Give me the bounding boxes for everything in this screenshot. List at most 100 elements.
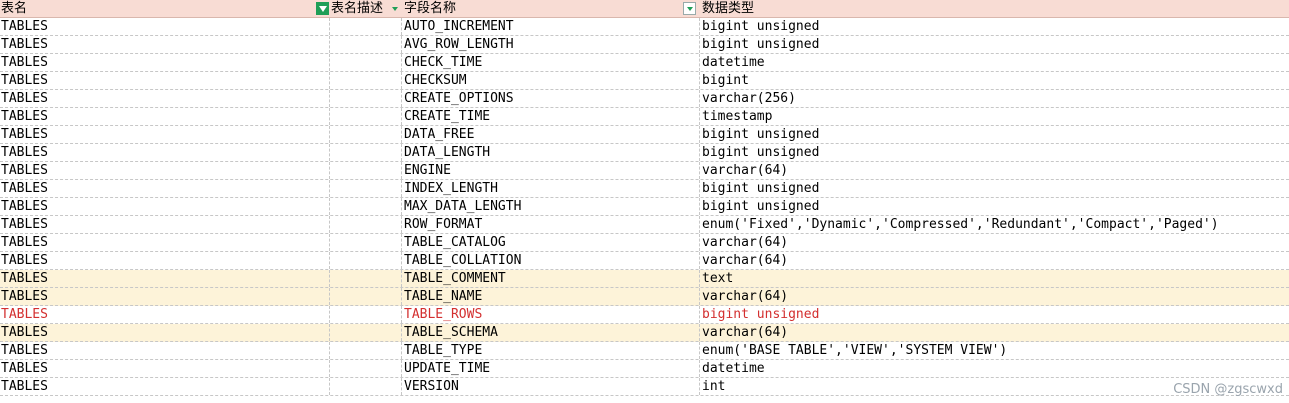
cell-data-type[interactable]: datetime bbox=[700, 54, 1289, 71]
cell-table-name[interactable]: TABLES bbox=[0, 288, 330, 305]
cell-table-name[interactable]: TABLES bbox=[0, 126, 330, 143]
cell-field-name[interactable]: AUTO_INCREMENT bbox=[402, 18, 700, 35]
cell-data-type[interactable]: timestamp bbox=[700, 108, 1289, 125]
cell-data-type[interactable]: varchar(64) bbox=[700, 288, 1289, 305]
table-row[interactable]: TABLES CREATE_OPTIONS varchar(256) bbox=[0, 90, 1289, 108]
table-row[interactable]: TABLES CREATE_TIME timestamp bbox=[0, 108, 1289, 126]
dropdown-arrow-icon[interactable] bbox=[683, 2, 696, 15]
cell-table-desc[interactable] bbox=[330, 162, 402, 179]
table-row[interactable]: TABLES CHECKSUM bigint bbox=[0, 72, 1289, 90]
cell-table-desc[interactable] bbox=[330, 144, 402, 161]
cell-data-type[interactable]: varchar(64) bbox=[700, 252, 1289, 269]
cell-table-name[interactable]: TABLES bbox=[0, 54, 330, 71]
cell-field-name[interactable]: VERSION bbox=[402, 378, 700, 395]
cell-field-name[interactable]: INDEX_LENGTH bbox=[402, 180, 700, 197]
cell-field-name[interactable]: UPDATE_TIME bbox=[402, 360, 700, 377]
cell-data-type[interactable]: varchar(64) bbox=[700, 234, 1289, 251]
table-row[interactable]: TABLES TABLE_CATALOG varchar(64) bbox=[0, 234, 1289, 252]
cell-table-name[interactable]: TABLES bbox=[0, 162, 330, 179]
cell-table-desc[interactable] bbox=[330, 378, 402, 395]
cell-data-type[interactable]: enum('BASE TABLE','VIEW','SYSTEM VIEW') bbox=[700, 342, 1289, 359]
table-row[interactable]: TABLES ENGINE varchar(64) bbox=[0, 162, 1289, 180]
cell-field-name[interactable]: TABLE_NAME bbox=[402, 288, 700, 305]
header-cell-table-desc[interactable]: 表名描述 bbox=[330, 0, 402, 17]
cell-table-desc[interactable] bbox=[330, 324, 402, 341]
cell-field-name[interactable]: TABLE_ROWS bbox=[402, 306, 700, 323]
table-row[interactable]: TABLES ROW_FORMAT enum('Fixed','Dynamic','… bbox=[0, 216, 1289, 234]
table-row[interactable]: TABLES DATA_FREE bigint unsigned bbox=[0, 126, 1289, 144]
cell-table-name[interactable]: TABLES bbox=[0, 306, 330, 323]
table-row[interactable]: TABLES TABLE_COLLATION varchar(64) bbox=[0, 252, 1289, 270]
cell-table-desc[interactable] bbox=[330, 54, 402, 71]
cell-table-name[interactable]: TABLES bbox=[0, 378, 330, 395]
table-row[interactable]: TABLES CHECK_TIME datetime bbox=[0, 54, 1289, 72]
cell-field-name[interactable]: CREATE_TIME bbox=[402, 108, 700, 125]
cell-table-name[interactable]: TABLES bbox=[0, 324, 330, 341]
table-row[interactable]: TABLES TABLE_NAME varchar(64) bbox=[0, 288, 1289, 306]
cell-field-name[interactable]: AVG_ROW_LENGTH bbox=[402, 36, 700, 53]
cell-data-type[interactable]: varchar(64) bbox=[700, 162, 1289, 179]
table-row[interactable]: TABLES INDEX_LENGTH bigint unsigned bbox=[0, 180, 1289, 198]
cell-field-name[interactable]: DATA_FREE bbox=[402, 126, 700, 143]
cell-table-desc[interactable] bbox=[330, 198, 402, 215]
cell-data-type[interactable]: bigint unsigned bbox=[700, 126, 1289, 143]
cell-table-desc[interactable] bbox=[330, 288, 402, 305]
table-row[interactable]: TABLES MAX_DATA_LENGTH bigint unsigned bbox=[0, 198, 1289, 216]
header-cell-table-name[interactable]: 表名 bbox=[0, 0, 330, 17]
cell-table-desc[interactable] bbox=[330, 180, 402, 197]
table-row[interactable]: TABLES TABLE_SCHEMA varchar(64) bbox=[0, 324, 1289, 342]
cell-table-name[interactable]: TABLES bbox=[0, 18, 330, 35]
cell-table-desc[interactable] bbox=[330, 306, 402, 323]
cell-data-type[interactable]: text bbox=[700, 270, 1289, 287]
cell-table-desc[interactable] bbox=[330, 234, 402, 251]
cell-data-type[interactable]: bigint unsigned bbox=[700, 198, 1289, 215]
table-row[interactable]: TABLES DATA_LENGTH bigint unsigned bbox=[0, 144, 1289, 162]
table-row[interactable]: TABLES VERSION int bbox=[0, 378, 1289, 396]
cell-field-name[interactable]: MAX_DATA_LENGTH bbox=[402, 198, 700, 215]
cell-table-desc[interactable] bbox=[330, 72, 402, 89]
cell-table-name[interactable]: TABLES bbox=[0, 36, 330, 53]
table-row[interactable]: TABLES AUTO_INCREMENT bigint unsigned bbox=[0, 18, 1289, 36]
cell-table-desc[interactable] bbox=[330, 90, 402, 107]
cell-field-name[interactable]: CHECKSUM bbox=[402, 72, 700, 89]
cell-field-name[interactable]: DATA_LENGTH bbox=[402, 144, 700, 161]
filter-icon[interactable] bbox=[316, 2, 329, 15]
cell-field-name[interactable]: TABLE_COMMENT bbox=[402, 270, 700, 287]
cell-table-name[interactable]: TABLES bbox=[0, 108, 330, 125]
cell-table-name[interactable]: TABLES bbox=[0, 198, 330, 215]
table-row[interactable]: TABLES TABLE_TYPE enum('BASE TABLE','VIEW'… bbox=[0, 342, 1289, 360]
cell-data-type[interactable]: bigint unsigned bbox=[700, 18, 1289, 35]
cell-data-type[interactable]: enum('Fixed','Dynamic','Compressed','Red… bbox=[700, 216, 1289, 233]
cell-table-name[interactable]: TABLES bbox=[0, 144, 330, 161]
cell-field-name[interactable]: TABLE_TYPE bbox=[402, 342, 700, 359]
table-row[interactable]: TABLES UPDATE_TIME datetime bbox=[0, 360, 1289, 378]
cell-field-name[interactable]: TABLE_SCHEMA bbox=[402, 324, 700, 341]
table-row[interactable]: TABLES AVG_ROW_LENGTH bigint unsigned bbox=[0, 36, 1289, 54]
cell-data-type[interactable]: bigint unsigned bbox=[700, 144, 1289, 161]
cell-data-type[interactable]: varchar(256) bbox=[700, 90, 1289, 107]
cell-field-name[interactable]: TABLE_COLLATION bbox=[402, 252, 700, 269]
header-cell-field-name[interactable]: 字段名称 bbox=[402, 0, 700, 17]
cell-table-desc[interactable] bbox=[330, 36, 402, 53]
cell-table-name[interactable]: TABLES bbox=[0, 72, 330, 89]
cell-table-desc[interactable] bbox=[330, 270, 402, 287]
cell-field-name[interactable]: CREATE_OPTIONS bbox=[402, 90, 700, 107]
cell-table-name[interactable]: TABLES bbox=[0, 252, 330, 269]
cell-data-type[interactable]: varchar(64) bbox=[700, 324, 1289, 341]
cell-field-name[interactable]: CHECK_TIME bbox=[402, 54, 700, 71]
cell-data-type[interactable]: datetime bbox=[700, 360, 1289, 377]
cell-table-name[interactable]: TABLES bbox=[0, 180, 330, 197]
cell-table-desc[interactable] bbox=[330, 342, 402, 359]
cell-table-desc[interactable] bbox=[330, 108, 402, 125]
cell-table-name[interactable]: TABLES bbox=[0, 342, 330, 359]
dropdown-arrow-icon[interactable] bbox=[390, 4, 399, 13]
cell-table-name[interactable]: TABLES bbox=[0, 270, 330, 287]
cell-data-type[interactable]: bigint bbox=[700, 72, 1289, 89]
cell-table-name[interactable]: TABLES bbox=[0, 360, 330, 377]
cell-data-type[interactable]: bigint unsigned bbox=[700, 36, 1289, 53]
cell-table-desc[interactable] bbox=[330, 126, 402, 143]
cell-table-desc[interactable] bbox=[330, 360, 402, 377]
cell-table-desc[interactable] bbox=[330, 18, 402, 35]
cell-data-type[interactable]: bigint unsigned bbox=[700, 306, 1289, 323]
cell-table-name[interactable]: TABLES bbox=[0, 234, 330, 251]
